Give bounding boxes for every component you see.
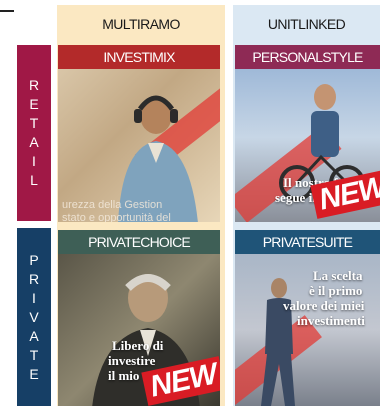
column-header-multiramo: MULTIRAMO bbox=[102, 16, 180, 32]
card-photo: Il nostro futuro, segue il mio stile NEW bbox=[235, 69, 380, 222]
retail-letter: R bbox=[28, 77, 40, 93]
product-card-privatesuite[interactable]: PRIVATESUITE La scelta è il primo valore… bbox=[235, 230, 380, 406]
private-letter: R bbox=[28, 270, 40, 287]
card-title: PERSONALSTYLE bbox=[235, 45, 380, 69]
caption-line: valore dei miei bbox=[283, 298, 365, 313]
retail-letter: L bbox=[30, 172, 38, 188]
caption-line: è il primo bbox=[309, 283, 363, 298]
private-letter: V bbox=[29, 308, 39, 325]
private-letter: A bbox=[29, 327, 39, 344]
woman-walking-illustration bbox=[261, 278, 295, 406]
card-title: PRIVATECHOICE bbox=[58, 230, 220, 254]
private-letter: I bbox=[32, 289, 36, 306]
retail-letter: T bbox=[29, 115, 39, 131]
retail-letter: A bbox=[29, 134, 39, 150]
card-title: PRIVATESUITE bbox=[235, 230, 380, 254]
row-label-retail: R E T A I L bbox=[17, 45, 51, 221]
corner-divider bbox=[0, 10, 14, 12]
caption-line: il mio bbox=[108, 368, 140, 383]
private-letter: P bbox=[29, 251, 39, 268]
row-label-private: P R I V A T E bbox=[17, 228, 51, 406]
caption-line: urezza della Gestion bbox=[62, 199, 163, 211]
product-card-privatechoice[interactable]: PRIVATECHOICE Libero di investire il mio… bbox=[58, 230, 220, 406]
caption-line: La scelta bbox=[313, 268, 363, 283]
card-photo: Libero di investire il mio NEW bbox=[58, 254, 220, 406]
retail-letter: E bbox=[29, 96, 39, 112]
card-title: INVESTIMIX bbox=[58, 45, 220, 69]
card-photo: urezza della Gestion stato e opportunità… bbox=[58, 68, 220, 222]
caption-line: investimenti bbox=[297, 313, 365, 328]
column-header-unitlinked: UNITLINKED bbox=[267, 16, 346, 32]
caption-line: investire bbox=[108, 353, 156, 368]
caption-line: Libero di bbox=[112, 338, 164, 353]
retail-letter: I bbox=[32, 153, 36, 169]
product-card-investimix[interactable]: INVESTIMIX urezza della Gestion stato e … bbox=[58, 45, 220, 222]
private-letter: E bbox=[29, 365, 39, 382]
card-photo: La scelta è il primo valore dei miei inv… bbox=[235, 254, 380, 406]
caption-line: stato e opportunità del bbox=[62, 212, 171, 222]
product-card-personalstyle[interactable]: PERSONALSTYLE Il nostro futuro, segue il… bbox=[235, 45, 380, 222]
private-letter: T bbox=[29, 346, 39, 363]
